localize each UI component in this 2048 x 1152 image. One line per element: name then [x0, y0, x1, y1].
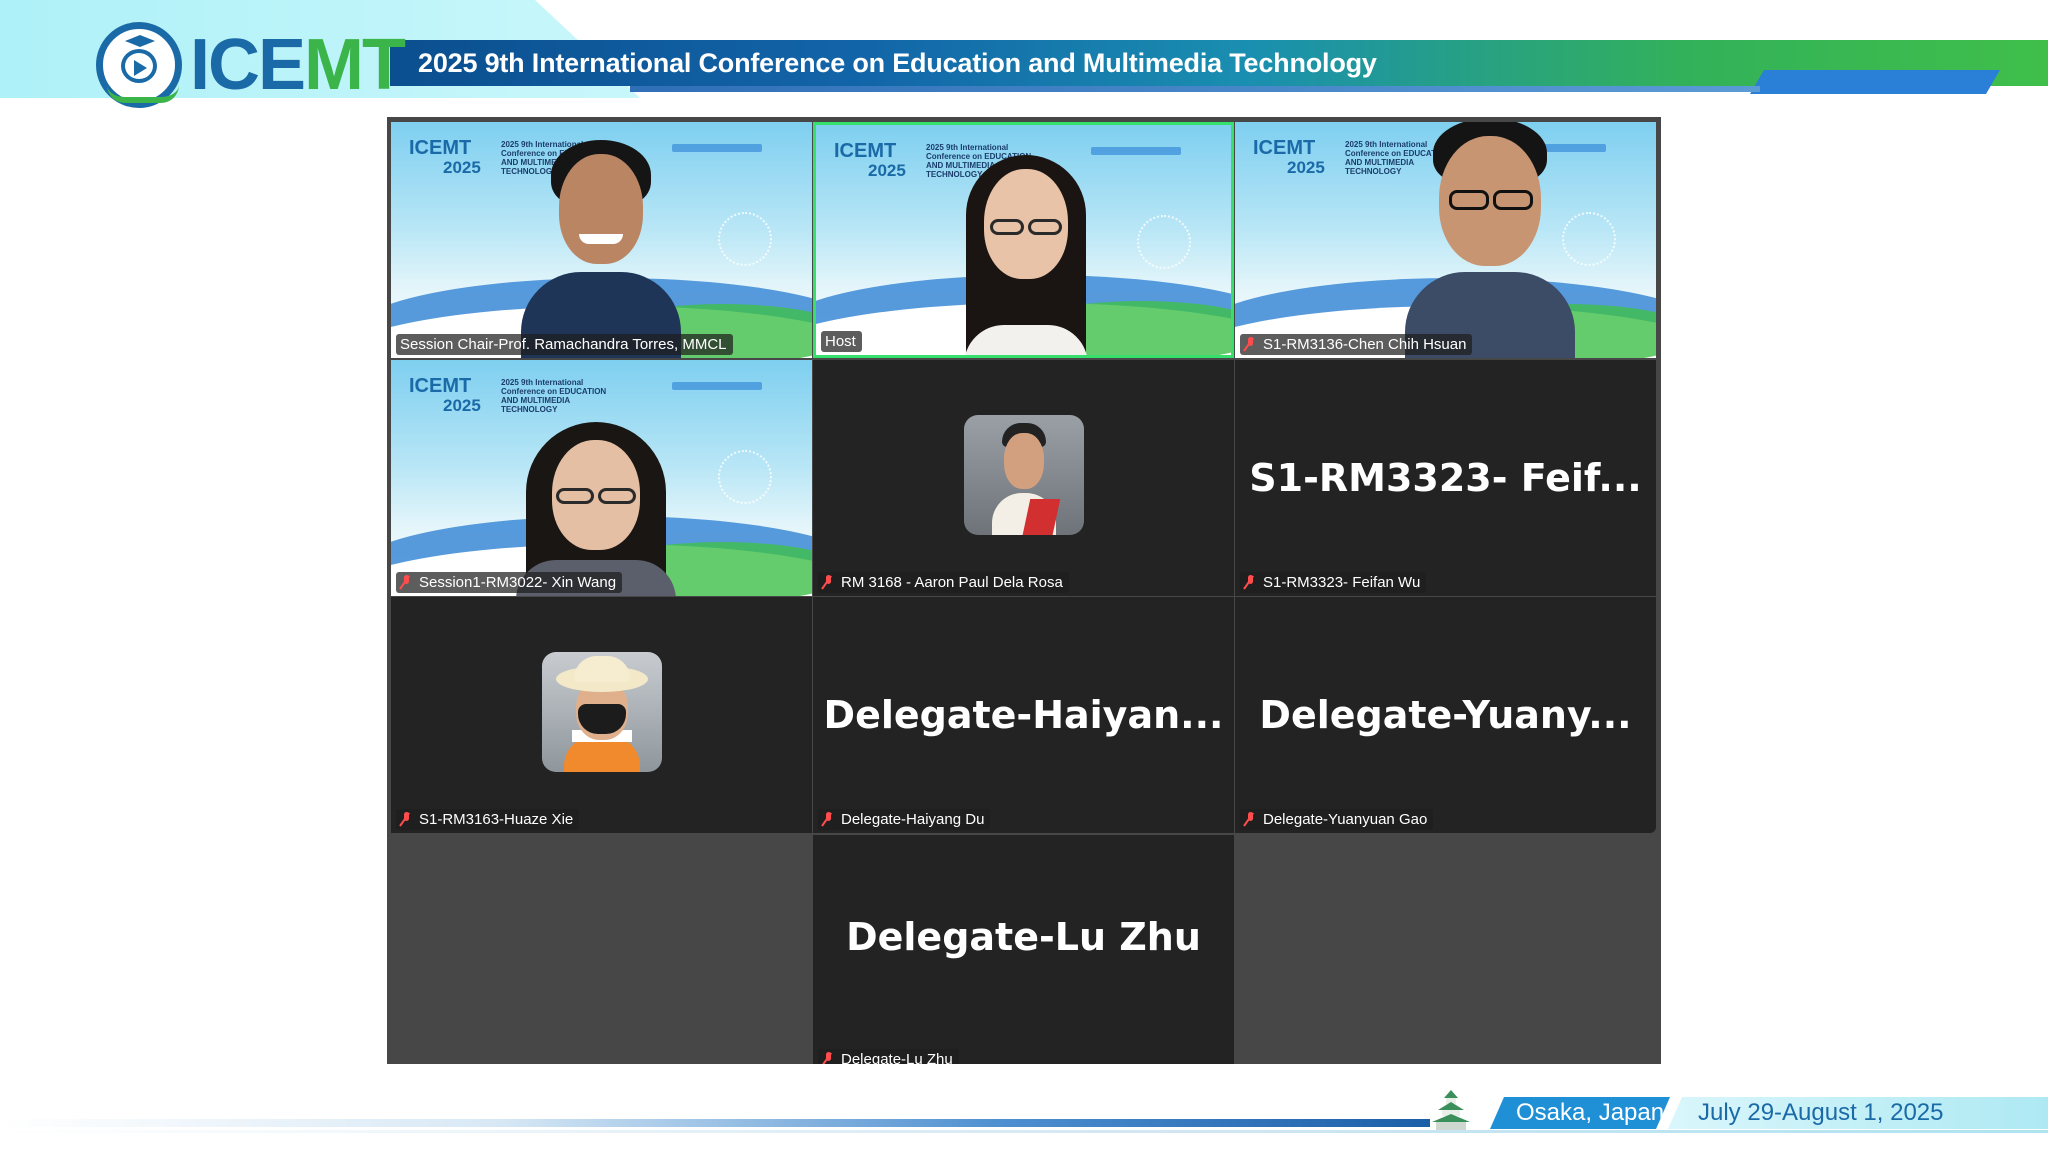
participant-name-label: RM 3168 - Aaron Paul Dela Rosa	[818, 572, 1069, 593]
participant-video	[521, 122, 681, 358]
muted-mic-icon	[822, 812, 835, 826]
participant-display-name: Delegate-Yuany...	[1259, 693, 1632, 737]
footer-divider	[0, 1119, 1430, 1127]
participant-avatar	[963, 415, 1084, 535]
participant-video	[1405, 122, 1575, 358]
participant-tile[interactable]: Delegate-Lu Zhu Delegate-Lu Zhu	[813, 835, 1234, 1064]
participant-avatar	[541, 652, 662, 772]
participant-tile[interactable]: ICEMT 2025 2025 9th International Confere…	[391, 122, 812, 358]
participant-name-label: Session Chair-Prof. Ramachandra Torres, …	[396, 334, 733, 355]
muted-mic-icon	[822, 1052, 835, 1064]
muted-mic-icon	[400, 812, 413, 826]
graduation-cap-icon	[125, 35, 155, 47]
header-accent-bar	[1750, 70, 2000, 94]
participant-video	[956, 125, 1096, 355]
participant-video	[516, 360, 676, 596]
play-icon	[134, 60, 147, 76]
header-underline	[630, 86, 1760, 92]
participant-name-label: Delegate-Haiyang Du	[818, 809, 991, 830]
conference-title: 2025 9th International Conference on Edu…	[418, 48, 1377, 78]
participant-tile[interactable]: Delegate-Haiyan... Delegate-Haiyang Du	[813, 597, 1234, 833]
participant-tile[interactable]: Delegate-Yuany... Delegate-Yuanyuan Gao	[1235, 597, 1656, 833]
participant-name-label: S1-RM3136-Chen Chih Hsuan	[1240, 334, 1473, 355]
participant-tile[interactable]: ICEMT 2025 2025 9th International Confere…	[1235, 122, 1656, 358]
virtual-background-logo: ICEMT 2025	[834, 140, 906, 180]
participant-tile[interactable]: ICEMT 2025 2025 9th International Confere…	[391, 360, 812, 596]
participant-display-name: Delegate-Haiyan...	[823, 693, 1224, 737]
participant-name-label: S1-RM3323- Feifan Wu	[1240, 572, 1427, 593]
participant-tile-active-speaker[interactable]: ICEMT 2025 2025 9th International Confere…	[813, 122, 1234, 358]
participant-name-label: S1-RM3163-Huaze Xie	[396, 809, 580, 830]
muted-mic-icon	[400, 575, 413, 589]
virtual-background-logo: ICEMT 2025	[409, 137, 481, 177]
muted-mic-icon	[1244, 812, 1257, 826]
virtual-background-logo: ICEMT 2025	[409, 375, 481, 415]
date-badge: July 29-August 1, 2025	[1668, 1097, 2048, 1129]
participant-name-label: Delegate-Lu Zhu	[818, 1049, 959, 1064]
participant-display-name: Delegate-Lu Zhu	[846, 915, 1201, 959]
participant-display-name: S1-RM3323- Feif...	[1249, 456, 1642, 500]
video-gallery: ICEMT 2025 2025 9th International Confere…	[387, 117, 1661, 1064]
conference-logo-text: ICEMT	[190, 25, 406, 105]
muted-mic-icon	[1244, 575, 1257, 589]
conference-logo-icon	[96, 22, 182, 108]
participant-name-label: Host	[821, 331, 862, 352]
participant-tile[interactable]: S1-RM3323- Feif... S1-RM3323- Feifan Wu	[1235, 360, 1656, 596]
participant-tile[interactable]: RM 3168 - Aaron Paul Dela Rosa	[813, 360, 1234, 596]
muted-mic-icon	[822, 575, 835, 589]
virtual-background-logo: ICEMT 2025	[1253, 137, 1325, 177]
participant-name-label: Delegate-Yuanyuan Gao	[1240, 809, 1434, 830]
participant-name-label: Session1-RM3022- Xin Wang	[396, 572, 623, 593]
muted-mic-icon	[1244, 337, 1257, 351]
osaka-castle-icon	[1432, 1090, 1470, 1130]
location-badge: Osaka, Japan	[1490, 1097, 1670, 1129]
participant-tile[interactable]: S1-RM3163-Huaze Xie	[391, 597, 812, 833]
